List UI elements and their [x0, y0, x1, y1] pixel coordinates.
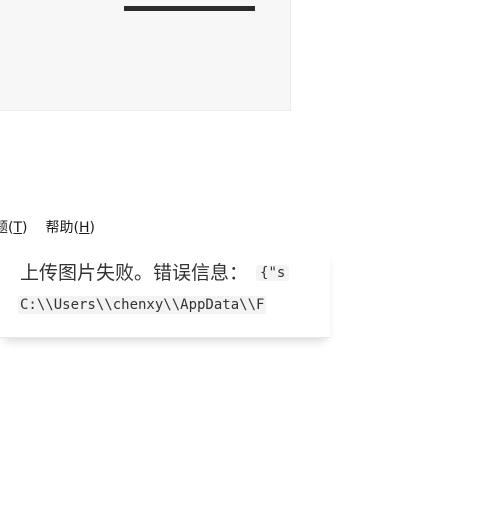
- error-message-text: 上传图片失败。错误信息：: [20, 262, 249, 284]
- error-inline-code: {"s: [256, 265, 290, 281]
- error-popup: 上传图片失败。错误信息： {"s C:\\Users\\chenxy\\AppDa…: [0, 250, 330, 338]
- screen: 题(T) 帮助(H) 上传图片失败。错误信息： {"s C:\\Users\\ch…: [0, 0, 493, 510]
- menu-item-help-prefix: 帮助(: [45, 220, 79, 236]
- menubar: 题(T) 帮助(H): [0, 214, 99, 240]
- error-message-line: 上传图片失败。错误信息： {"s: [20, 258, 290, 285]
- background-window-bar: [124, 6, 255, 11]
- background-window: [0, 0, 291, 111]
- menu-item-help-suffix: ): [89, 220, 95, 236]
- menu-item-theme-mnemonic: T: [13, 220, 23, 236]
- menu-item-theme-suffix: ): [22, 220, 28, 236]
- menu-item-theme-prefix: 题(: [0, 220, 14, 236]
- menu-item-theme[interactable]: 题(T): [0, 217, 32, 237]
- menu-item-help-mnemonic: H: [78, 220, 90, 236]
- menu-item-help[interactable]: 帮助(H): [42, 217, 99, 237]
- error-path-code: C:\\Users\\chenxy\\AppData\\F: [18, 296, 267, 314]
